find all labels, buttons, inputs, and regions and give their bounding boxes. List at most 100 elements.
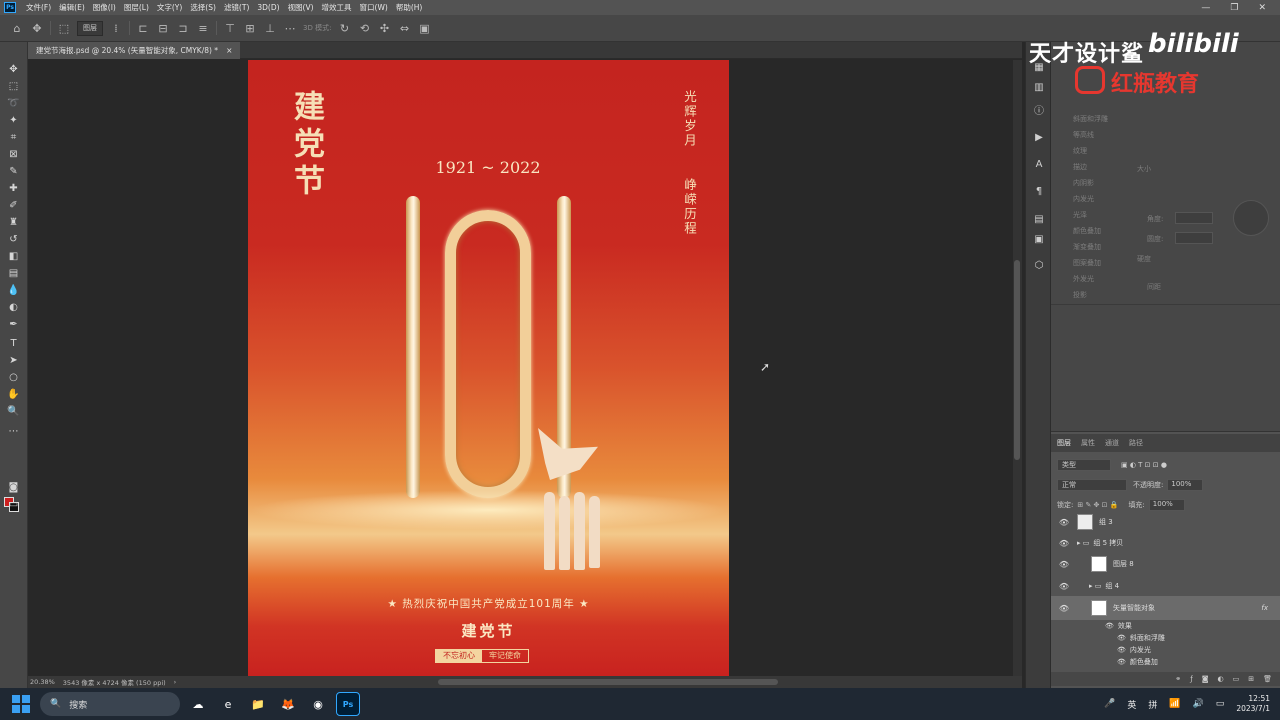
layer-select-dropdown[interactable]: 图层 [77,20,103,36]
swatches-panel-icon[interactable]: ▥ [1032,80,1046,94]
menu-filter[interactable]: 滤镜(T) [220,2,253,13]
actions-panel-icon[interactable]: ▶ [1032,130,1046,144]
layer-row[interactable]: 👁 ▸ ▭ 组 5 拷贝 [1051,533,1280,553]
align-right-icon[interactable]: ⊐ [176,21,190,35]
visibility-eye-icon[interactable]: 👁 [1117,658,1126,666]
menu-help[interactable]: 帮助(H) [392,2,427,13]
windows-start-icon[interactable] [12,695,30,713]
visibility-eye-icon[interactable]: 👁 [1105,622,1114,630]
more-options-icon[interactable]: ⋯ [283,21,297,35]
libraries-panel-icon[interactable]: ▤ [1032,212,1046,226]
pan-3d-icon[interactable]: ✣ [377,21,391,35]
close-tab-icon[interactable]: × [226,46,232,55]
lock-icons[interactable]: ⊞ ✎ ✥ ⊡ 🔒 [1077,501,1118,509]
menu-3d[interactable]: 3D(D) [253,3,283,12]
zoom-level[interactable]: 20.38% [30,678,55,686]
align-bottom-icon[interactable]: ⊥ [263,21,277,35]
effect-row[interactable]: 👁 颜色叠加 [1051,656,1280,668]
menu-layer[interactable]: 图层(L) [120,2,153,13]
style-item[interactable]: 等高线 [1073,130,1094,140]
minimize-button[interactable]: — [1201,3,1210,13]
info-panel-icon[interactable]: ⓘ [1032,102,1046,117]
brush-tip-preview[interactable] [1233,200,1269,236]
restore-button[interactable]: ❐ [1230,3,1238,13]
history-brush-icon[interactable]: ↺ [5,232,22,246]
notes-panel-icon[interactable]: ▣ [1032,232,1046,246]
adjustment-icon[interactable]: ◐ [1218,675,1224,683]
angle-field[interactable] [1175,212,1213,224]
move-tool-icon[interactable]: ✥ [30,21,44,35]
effect-row[interactable]: 👁 内发光 [1051,644,1280,656]
new-layer-icon[interactable]: ⊞ [1248,675,1254,683]
roundness-field[interactable] [1175,232,1213,244]
auto-select-icon[interactable]: ⬚ [57,21,71,35]
effect-row[interactable]: 👁 斜面和浮雕 [1051,632,1280,644]
3d-panel-icon[interactable]: ⬡ [1032,258,1046,272]
menu-select[interactable]: 选择(S) [186,2,220,13]
filter-pixel-icon[interactable]: ▣ ◐ T ⊡ ⊡ ● [1121,461,1167,469]
magic-wand-icon[interactable]: ✦ [5,113,22,127]
style-item[interactable]: 内发光 [1073,194,1094,204]
layer-name[interactable]: 图层 8 [1113,559,1134,569]
style-item[interactable]: 光泽 [1073,210,1087,220]
file-explorer-icon[interactable]: 📁 [246,692,270,716]
layer-name[interactable]: 矢量智能对象 [1113,603,1155,613]
visibility-eye-icon[interactable]: 👁 [1117,634,1126,642]
layer-name[interactable]: 组 3 [1099,517,1113,527]
photoshop-taskbar-icon[interactable]: Ps [336,692,360,716]
menu-view[interactable]: 视图(V) [284,2,318,13]
new-group-icon[interactable]: ▭ [1233,675,1240,683]
visibility-eye-icon[interactable]: 👁 [1057,518,1071,527]
orbit-3d-icon[interactable]: ↻ [337,21,351,35]
tab-properties[interactable]: 属性 [1081,438,1095,448]
status-arrow-icon[interactable]: › [174,678,177,686]
home-icon[interactable]: ⌂ [10,21,24,35]
ime-mode[interactable]: 拼 [1148,698,1157,711]
style-item[interactable]: 投影 [1073,290,1087,300]
more-tools-icon[interactable]: ⋯ [5,424,22,438]
visibility-eye-icon[interactable]: 👁 [1117,646,1126,654]
close-button[interactable]: ✕ [1258,3,1266,13]
link-layers-icon[interactable]: ⚭ [1175,675,1181,683]
layer-row[interactable]: 👁 组 3 [1051,512,1280,532]
menu-window[interactable]: 窗口(W) [356,2,392,13]
style-item[interactable]: 图案叠加 [1073,258,1101,268]
eraser-tool-icon[interactable]: ◧ [5,249,22,263]
dodge-tool-icon[interactable]: ◐ [5,300,22,314]
transform-controls-icon[interactable]: ⁞ [109,21,123,35]
menu-edit[interactable]: 编辑(E) [55,2,89,13]
layer-name[interactable]: 组 4 [1105,581,1119,591]
layer-name[interactable]: 组 5 拷贝 [1093,538,1123,548]
character-panel-icon[interactable]: A [1032,157,1046,171]
tab-layers[interactable]: 图层 [1057,438,1071,448]
horizontal-scroll-thumb[interactable] [438,679,778,685]
gradient-tool-icon[interactable]: ▤ [5,266,22,280]
scroll-thumb[interactable] [1014,260,1020,460]
screen-mode-icon[interactable]: ▭ [5,497,22,511]
hand-tool-icon[interactable]: ✋ [5,387,22,401]
align-middle-icon[interactable]: ⊞ [243,21,257,35]
scale-3d-icon[interactable]: ▣ [417,21,431,35]
add-style-icon[interactable]: ƒ [1190,675,1192,683]
tab-paths[interactable]: 路径 [1129,438,1143,448]
document-tab[interactable]: 建党节海报.psd @ 20.4% (矢量智能对象, CMYK/8) * × [28,42,241,59]
effects-row[interactable]: 👁 效果 [1051,620,1280,632]
blend-mode-dropdown[interactable]: 正常 [1057,479,1127,491]
firefox-icon[interactable]: 🦊 [276,692,300,716]
widgets-icon[interactable]: ☁ [186,692,210,716]
vertical-scrollbar[interactable] [1013,60,1022,676]
align-center-icon[interactable]: ⊟ [156,21,170,35]
layer-row-selected[interactable]: 👁 矢量智能对象 fx [1051,596,1280,620]
lasso-tool-icon[interactable]: ➰ [5,96,22,110]
shape-tool-icon[interactable]: ○ [5,370,22,384]
wifi-icon[interactable]: 📶 [1169,699,1180,709]
quick-mask-icon[interactable]: ◙ [5,480,22,494]
visibility-eye-icon[interactable]: 👁 [1057,560,1071,569]
slide-3d-icon[interactable]: ⇔ [397,21,411,35]
opacity-field[interactable]: 100% [1167,479,1204,491]
edge-browser-icon[interactable]: e [216,692,240,716]
menu-type[interactable]: 文字(Y) [153,2,186,13]
eyedropper-icon[interactable]: ✎ [5,164,22,178]
style-item[interactable]: 外发光 [1073,274,1094,284]
blur-tool-icon[interactable]: 💧 [5,283,22,297]
